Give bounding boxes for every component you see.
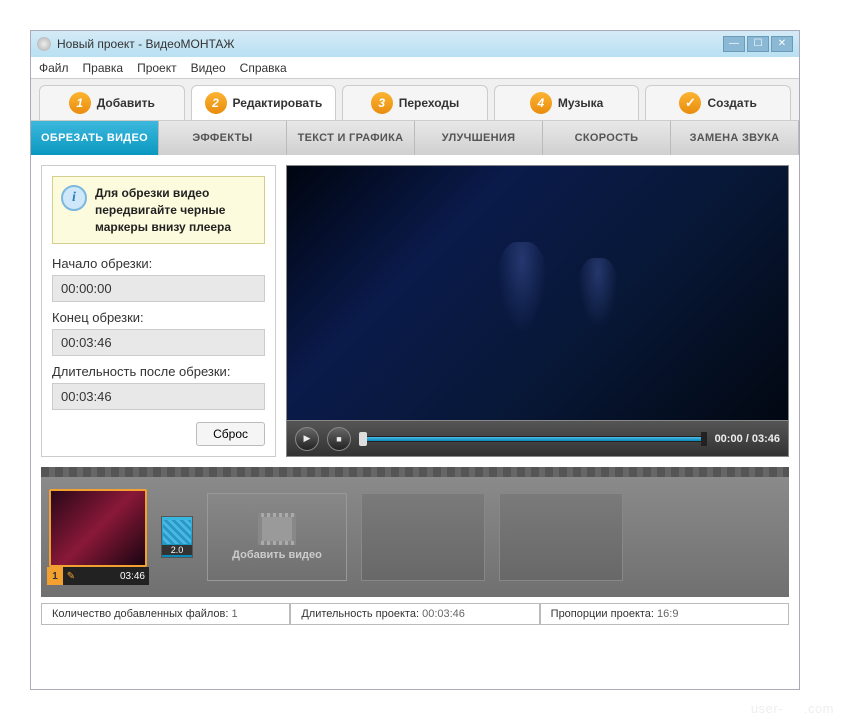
menu-project[interactable]: Проект	[137, 61, 177, 75]
trim-end-label: Конец обрезки:	[52, 310, 265, 325]
minimize-button[interactable]: —	[723, 36, 745, 52]
trim-hint-box: i Для обрезки видео передвигайте черные …	[52, 176, 265, 244]
step-3-label: Переходы	[399, 96, 460, 110]
trim-start-label: Начало обрезки:	[52, 256, 265, 271]
menu-edit[interactable]: Правка	[83, 61, 124, 75]
subtab-effects[interactable]: ЭФФЕКТЫ	[159, 121, 287, 155]
seek-fill	[359, 437, 707, 441]
status-duration: Длительность проекта: 00:03:46	[290, 603, 539, 625]
seek-track[interactable]	[359, 436, 707, 442]
subtabs: ОБРЕЗАТЬ ВИДЕО ЭФФЕКТЫ ТЕКСТ И ГРАФИКА У…	[31, 121, 799, 155]
check-icon: ✓	[679, 92, 701, 114]
subtab-text-graphics[interactable]: ТЕКСТ И ГРАФИКА	[287, 121, 415, 155]
step-4-label: Музыка	[558, 96, 603, 110]
reset-button[interactable]: Сброс	[196, 422, 265, 446]
add-video-label: Добавить видео	[232, 549, 322, 561]
steps-row: 1 Добавить 2 Редактировать 3 Переходы 4 Музы…	[31, 79, 799, 121]
status-files: Количество добавленных файлов: 1	[41, 603, 290, 625]
watermark: user-life.com	[751, 701, 834, 716]
window-title: Новый проект - ВидеоМОНТАЖ	[57, 37, 235, 51]
seek-marker-end[interactable]	[701, 432, 707, 446]
trim-duration-input[interactable]	[52, 383, 265, 410]
transition-chip[interactable]: 2.0	[161, 516, 193, 558]
step-5-label: Создать	[707, 96, 756, 110]
maximize-button[interactable]: ☐	[747, 36, 769, 52]
clip-footer: 1 ✎ 03:46	[47, 567, 149, 585]
menu-file[interactable]: Файл	[39, 61, 69, 75]
close-button[interactable]: ✕	[771, 36, 793, 52]
pencil-icon[interactable]: ✎	[63, 567, 79, 585]
trim-start-input[interactable]	[52, 275, 265, 302]
step-2-icon: 2	[205, 92, 227, 114]
subtab-speed[interactable]: СКОРОСТЬ	[543, 121, 671, 155]
trim-hint-text: Для обрезки видео передвигайте черные ма…	[95, 185, 256, 235]
clip-duration: 03:46	[120, 571, 145, 582]
clip-thumbnail[interactable]	[49, 489, 147, 567]
filmstrip-icon	[258, 513, 296, 545]
video-area: ▶ ■ 00:00 / 03:46	[286, 165, 789, 457]
add-video-slot[interactable]: Добавить видео	[207, 493, 347, 581]
step-add[interactable]: 1 Добавить	[39, 85, 185, 120]
time-display: 00:00 / 03:46	[715, 433, 780, 445]
step-1-icon: 1	[69, 92, 91, 114]
step-2-label: Редактировать	[233, 96, 323, 110]
seek-marker-start[interactable]	[359, 432, 367, 446]
stop-button[interactable]: ■	[327, 427, 351, 451]
menubar: Файл Правка Проект Видео Справка	[31, 57, 799, 79]
video-preview	[286, 165, 789, 421]
trim-duration-label: Длительность после обрезки:	[52, 364, 265, 379]
step-4-icon: 4	[530, 92, 552, 114]
step-3-icon: 3	[371, 92, 393, 114]
app-icon	[37, 37, 51, 51]
step-edit[interactable]: 2 Редактировать	[191, 85, 337, 120]
step-music[interactable]: 4 Музыка	[494, 85, 640, 120]
timeline: 1 ✎ 03:46 2.0 Добавить видео	[41, 467, 789, 597]
menu-help[interactable]: Справка	[240, 61, 287, 75]
window-controls: — ☐ ✕	[723, 36, 793, 52]
player-controls: ▶ ■ 00:00 / 03:46	[286, 421, 789, 457]
subtab-improve[interactable]: УЛУЧШЕНИЯ	[415, 121, 543, 155]
status-bar: Количество добавленных файлов: 1 Длитель…	[31, 603, 799, 631]
transition-icon	[163, 520, 191, 544]
trim-panel: i Для обрезки видео передвигайте черные …	[41, 165, 276, 457]
clip-index: 1	[47, 567, 63, 585]
transition-duration: 2.0	[162, 545, 192, 555]
main-area: i Для обрезки видео передвигайте черные …	[31, 155, 799, 467]
empty-slot[interactable]	[499, 493, 623, 581]
menu-video[interactable]: Видео	[191, 61, 226, 75]
app-window: Новый проект - ВидеоМОНТАЖ — ☐ ✕ Файл Пр…	[30, 30, 800, 690]
empty-slot[interactable]	[361, 493, 485, 581]
status-ratio: Пропорции проекта: 16:9	[540, 603, 789, 625]
titlebar: Новый проект - ВидеоМОНТАЖ — ☐ ✕	[31, 31, 799, 57]
step-create[interactable]: ✓ Создать	[645, 85, 791, 120]
trim-end-input[interactable]	[52, 329, 265, 356]
step-transitions[interactable]: 3 Переходы	[342, 85, 488, 120]
info-icon: i	[61, 185, 87, 211]
play-button[interactable]: ▶	[295, 427, 319, 451]
subtab-audio-replace[interactable]: ЗАМЕНА ЗВУКА	[671, 121, 799, 155]
step-1-label: Добавить	[97, 96, 155, 110]
subtab-trim[interactable]: ОБРЕЗАТЬ ВИДЕО	[31, 121, 159, 155]
